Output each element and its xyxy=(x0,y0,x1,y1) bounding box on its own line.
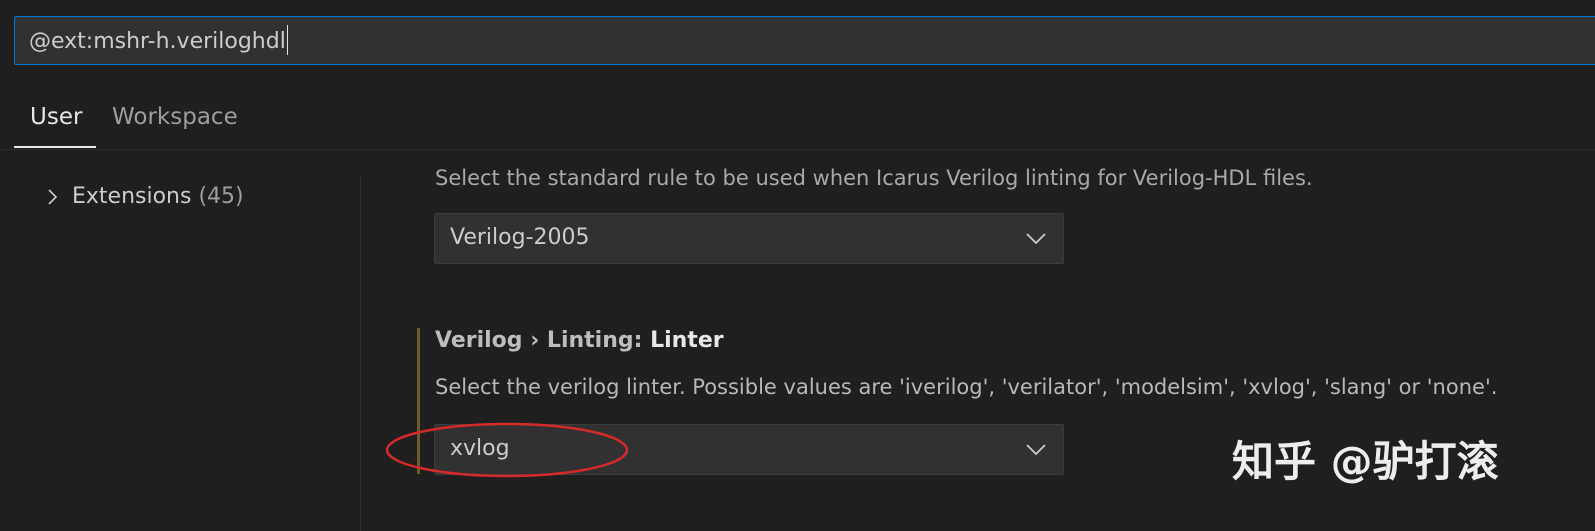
tabs-divider xyxy=(0,149,1595,150)
settings-editor: @ext:mshr-h.veriloghdl User Workspace Ex… xyxy=(0,0,1595,531)
settings-search-input[interactable]: @ext:mshr-h.veriloghdl xyxy=(14,16,1595,65)
annotation-ellipse xyxy=(385,422,629,478)
chevron-down-icon xyxy=(1026,444,1046,456)
setting-title-name: Linter xyxy=(650,328,724,353)
setting-standard-description: Select the standard rule to be used when… xyxy=(435,166,1313,190)
setting-title-category: Verilog › Linting: xyxy=(435,328,651,353)
setting-linter-title: Verilog › Linting: Linter xyxy=(435,328,724,353)
chevron-down-icon xyxy=(1026,233,1046,245)
text-caret xyxy=(286,25,288,55)
tab-user[interactable]: User xyxy=(14,96,96,148)
tree-item-count: (45) xyxy=(198,184,244,209)
setting-linter-description: Select the verilog linter. Possible valu… xyxy=(435,375,1498,399)
pane-divider[interactable] xyxy=(360,176,361,531)
select-value: Verilog-2005 xyxy=(450,225,590,250)
setting-standard-select[interactable]: Verilog-2005 xyxy=(434,213,1064,264)
tree-item-extensions[interactable]: Extensions (45) xyxy=(44,184,244,218)
search-input-value: @ext:mshr-h.veriloghdl xyxy=(29,25,288,57)
chevron-right-icon xyxy=(48,189,58,205)
watermark: 知乎 @驴打滚 xyxy=(1232,437,1499,486)
tree-item-label: Extensions xyxy=(72,184,192,209)
tab-workspace[interactable]: Workspace xyxy=(112,96,238,148)
